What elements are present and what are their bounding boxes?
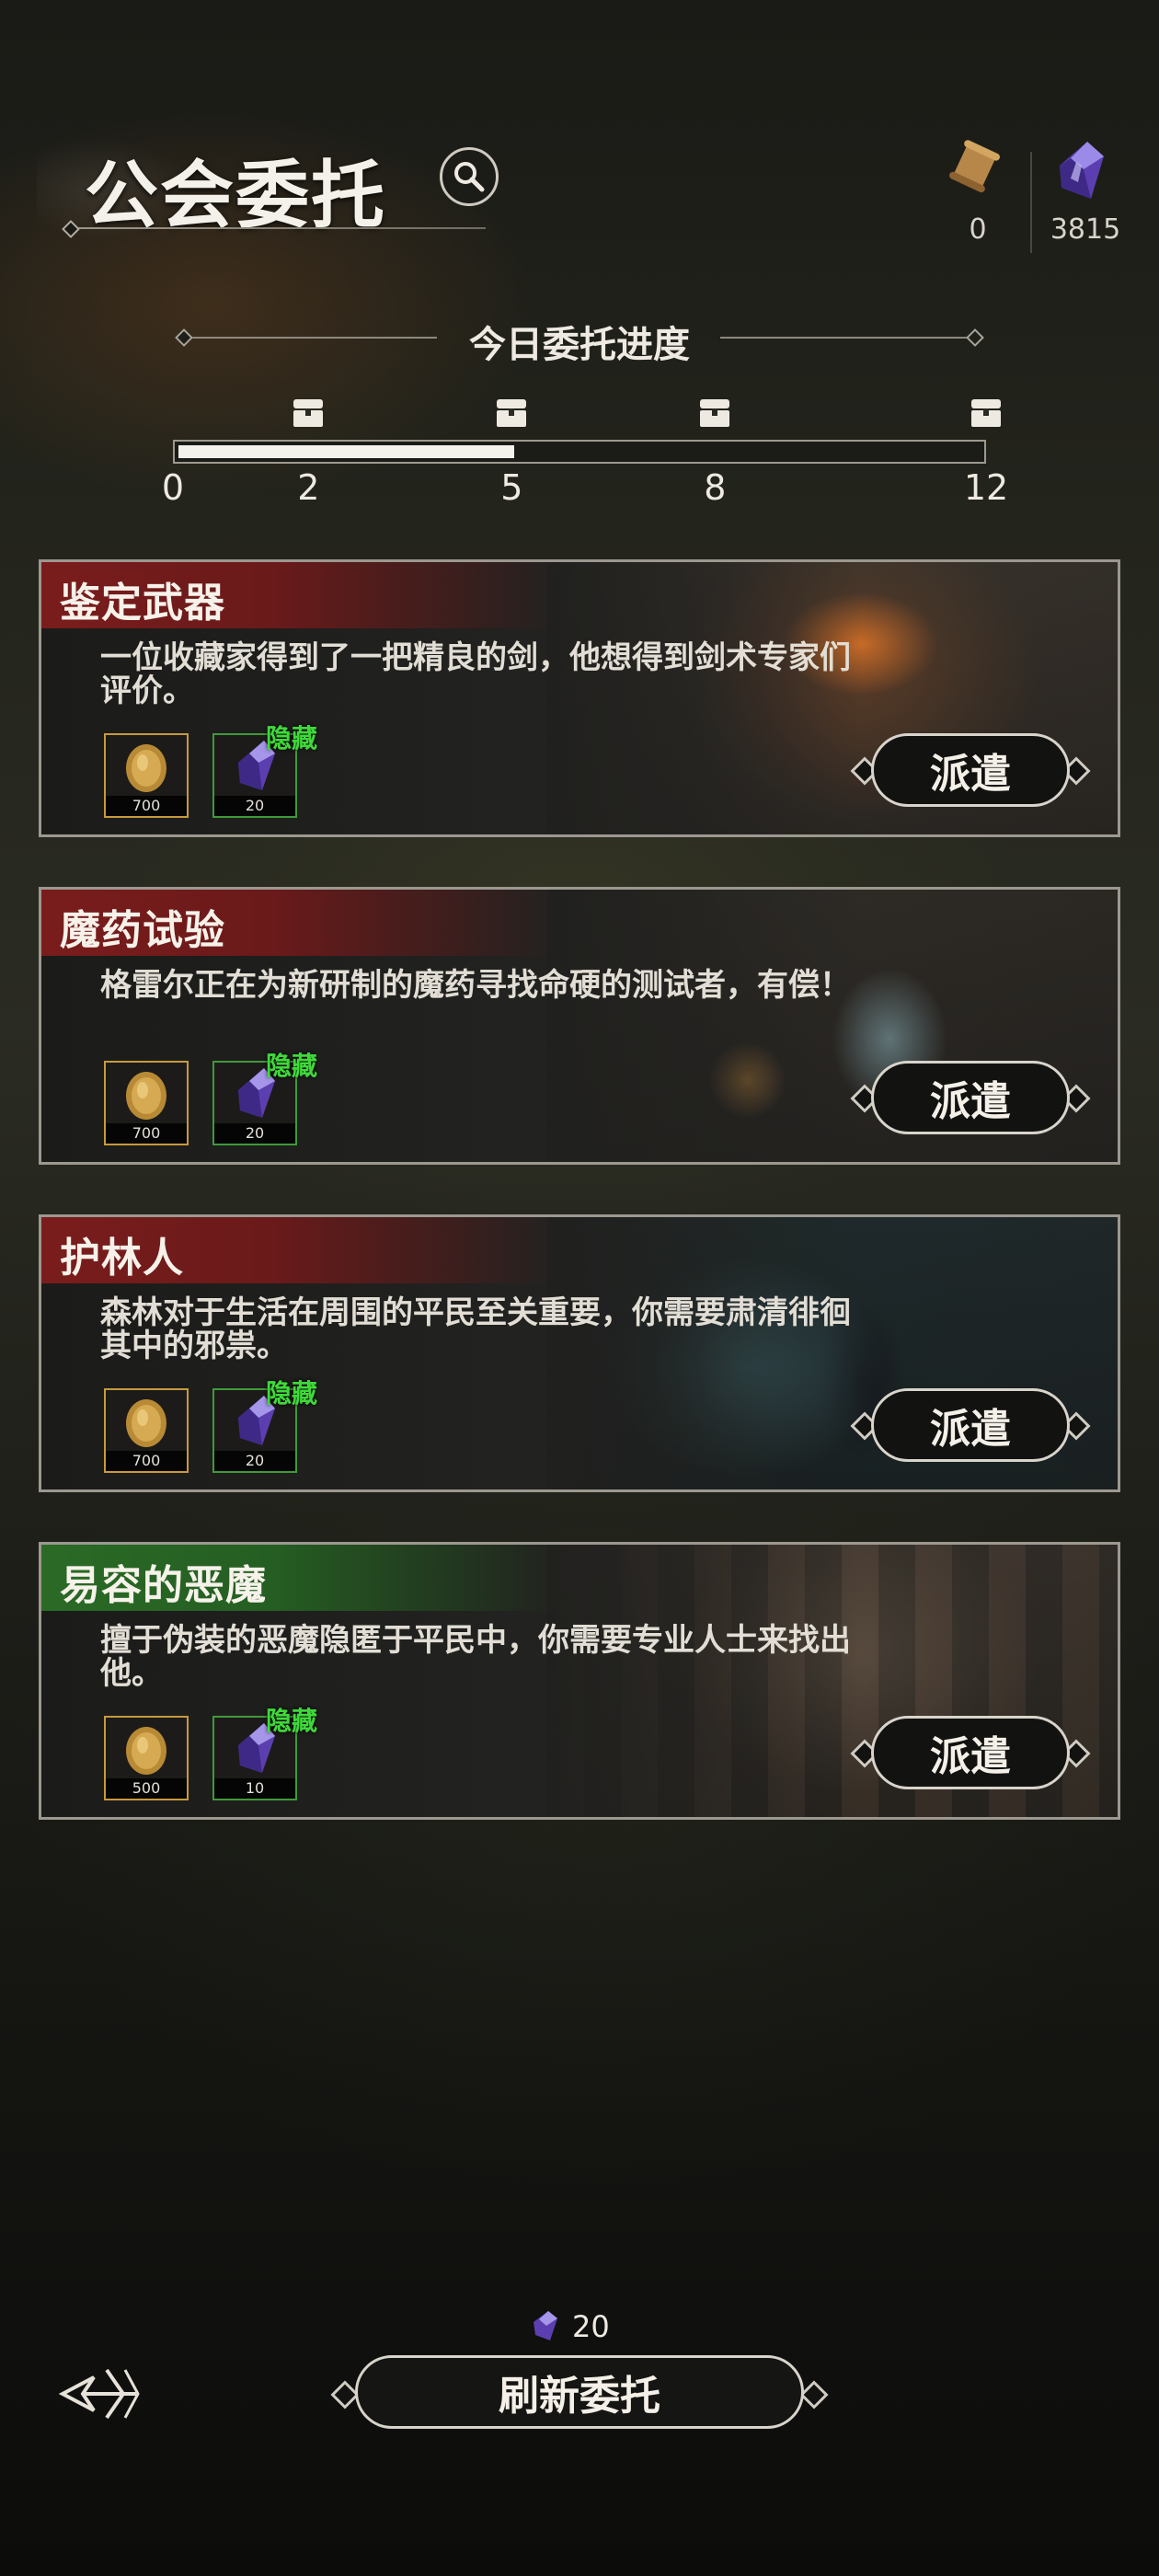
dispatch-button-frame: 派遣 xyxy=(850,733,1091,812)
chest-icon[interactable] xyxy=(968,394,1004,431)
gold-coin-icon xyxy=(126,1072,166,1120)
commission-title: 护林人 xyxy=(60,1235,184,1282)
crystal-icon xyxy=(1050,138,1109,202)
scroll-count: 0 xyxy=(969,213,987,246)
dispatch-button[interactable]: 派遣 xyxy=(871,1716,1070,1789)
progress-title-diamond-right xyxy=(966,328,984,347)
scroll-icon xyxy=(946,138,1004,197)
commission-card: 易容的恶魔 擅于伪装的恶魔隐匿于平民中，你需要专业人士来找出他。 500 10 … xyxy=(39,1542,1120,1820)
commission-description: 森林对于生活在周围的平民至关重要，你需要肃清徘徊其中的邪祟。 xyxy=(100,1294,851,1364)
progress-label: 2 xyxy=(297,467,320,508)
commission-card: 鉴定武器 一位收藏家得到了一把精良的剑，他想得到剑术专家们评价。 700 20 … xyxy=(39,559,1120,837)
progress-title-line-left xyxy=(184,337,437,339)
crystal-amount: 20 xyxy=(214,796,295,816)
progress-title-diamond-left xyxy=(175,328,193,347)
progress-label: 5 xyxy=(500,467,523,508)
gold-reward[interactable]: 700 xyxy=(104,1061,189,1145)
commission-card: 护林人 森林对于生活在周围的平民至关重要，你需要肃清徘徊其中的邪祟。 700 2… xyxy=(39,1214,1120,1492)
gold-amount: 700 xyxy=(106,1451,187,1471)
commission-title: 魔药试验 xyxy=(60,907,225,954)
progress-label: 12 xyxy=(963,467,1009,508)
hidden-reward-tag: 隐藏 xyxy=(266,1706,318,1736)
refresh-cost: 20 xyxy=(572,2309,610,2344)
gold-amount: 500 xyxy=(106,1778,187,1799)
gold-reward[interactable]: 500 xyxy=(104,1716,189,1800)
dispatch-button[interactable]: 派遣 xyxy=(871,1388,1070,1462)
gold-amount: 700 xyxy=(106,796,187,816)
progress-label: 0 xyxy=(161,467,185,508)
gold-amount: 700 xyxy=(106,1123,187,1144)
dispatch-button-frame: 派遣 xyxy=(850,1061,1091,1140)
progress-bar xyxy=(173,440,986,464)
dispatch-button-frame: 派遣 xyxy=(850,1388,1091,1467)
crystal-count: 3815 xyxy=(1050,213,1121,246)
crystal-amount: 20 xyxy=(214,1123,295,1144)
refresh-button[interactable]: 刷新委托 xyxy=(355,2355,804,2429)
gold-reward[interactable]: 700 xyxy=(104,1388,189,1473)
commission-description: 格雷尔正在为新研制的魔药寻找命硬的测试者，有偿！ xyxy=(100,967,851,1004)
commission-title: 易容的恶魔 xyxy=(60,1562,267,1609)
hidden-reward-tag: 隐藏 xyxy=(266,1051,318,1081)
search-button[interactable] xyxy=(440,147,499,206)
search-icon xyxy=(454,162,485,192)
back-button[interactable] xyxy=(55,2357,147,2431)
commission-description: 一位收藏家得到了一把精良的剑，他想得到剑术专家们评价。 xyxy=(100,639,851,709)
dispatch-button[interactable]: 派遣 xyxy=(871,1061,1070,1134)
chest-icon[interactable] xyxy=(493,394,530,431)
hidden-reward-tag: 隐藏 xyxy=(266,723,318,753)
refresh-button-frame: 刷新委托 xyxy=(329,2355,830,2432)
hidden-reward-tag: 隐藏 xyxy=(266,1378,318,1409)
crystal-amount: 10 xyxy=(214,1778,295,1799)
refresh-cost-crystal-icon xyxy=(530,2309,559,2342)
gold-coin-icon xyxy=(126,1727,166,1775)
title-underline xyxy=(66,227,486,229)
commission-card: 魔药试验 格雷尔正在为新研制的魔药寻找命硬的测试者，有偿！ 700 20 隐藏 … xyxy=(39,887,1120,1165)
progress-title: 今日委托进度 xyxy=(469,323,690,366)
commission-description: 擅于伪装的恶魔隐匿于平民中，你需要专业人士来找出他。 xyxy=(100,1622,851,1692)
commission-title: 鉴定武器 xyxy=(60,580,225,627)
chest-icon[interactable] xyxy=(290,394,327,431)
dispatch-button[interactable]: 派遣 xyxy=(871,733,1070,807)
crystal-amount: 20 xyxy=(214,1451,295,1471)
gold-coin-icon xyxy=(126,744,166,792)
progress-bar-fill xyxy=(178,445,514,458)
progress-title-line-right xyxy=(720,337,973,339)
gold-reward[interactable]: 700 xyxy=(104,733,189,818)
progress-label: 8 xyxy=(704,467,727,508)
gold-coin-icon xyxy=(126,1399,166,1447)
dispatch-button-frame: 派遣 xyxy=(850,1716,1091,1795)
chest-icon[interactable] xyxy=(696,394,733,431)
resource-divider xyxy=(1030,152,1032,253)
back-arrow-icon xyxy=(58,2368,140,2420)
refresh-diamond-right xyxy=(799,2380,829,2409)
